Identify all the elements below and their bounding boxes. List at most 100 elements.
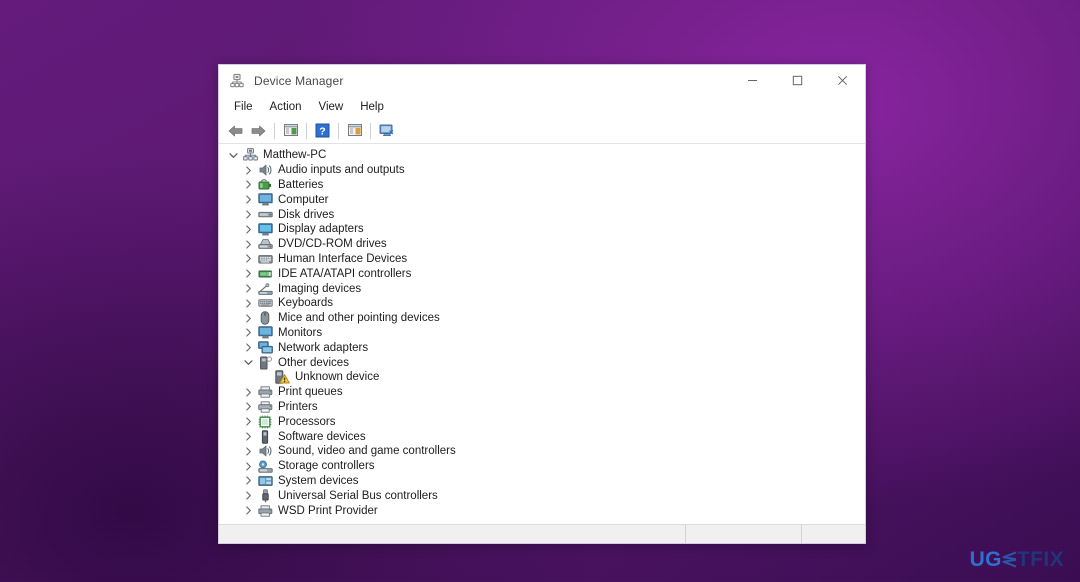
chevron-right-icon[interactable]	[242, 209, 254, 221]
maximize-button[interactable]	[775, 65, 820, 96]
device-manager-window: Device Manager File Action View Help ? M…	[218, 64, 866, 544]
tree-node[interactable]: Universal Serial Bus controllers	[219, 488, 865, 503]
tree-node[interactable]: Human Interface Devices	[219, 252, 865, 267]
tree-node[interactable]: Processors	[219, 414, 865, 429]
chevron-right-icon[interactable]	[242, 238, 254, 250]
chevron-right-icon[interactable]	[242, 505, 254, 517]
chevron-right-icon[interactable]	[242, 223, 254, 235]
monitor-icon	[257, 192, 273, 208]
chevron-right-icon[interactable]	[242, 460, 254, 472]
tree-node-label: Universal Serial Bus controllers	[278, 489, 438, 502]
tree-node-label: Software devices	[278, 430, 366, 443]
tree-node-label: Monitors	[278, 326, 323, 339]
show-hide-console-tree-icon[interactable]	[279, 120, 302, 142]
disk-drive-icon	[257, 207, 273, 223]
menu-help[interactable]: Help	[352, 99, 393, 115]
tree-node[interactable]: Printers	[219, 400, 865, 415]
tree-node[interactable]: WSD Print Provider	[219, 503, 865, 518]
chevron-right-icon[interactable]	[242, 386, 254, 398]
tree-node[interactable]: Display adapters	[219, 222, 865, 237]
tree-node[interactable]: Computer	[219, 192, 865, 207]
tree-node-label: WSD Print Provider	[278, 504, 378, 517]
tree-node[interactable]: Audio inputs and outputs	[219, 163, 865, 178]
device-tree-panel[interactable]: Matthew-PC Audio inputs and outputs Batter…	[219, 144, 865, 524]
software-device-icon	[257, 429, 273, 445]
chevron-right-icon[interactable]	[242, 327, 254, 339]
menu-action[interactable]: Action	[262, 99, 311, 115]
tree-node[interactable]: Matthew-PC	[219, 148, 865, 163]
network-adapter-icon	[257, 340, 273, 356]
system-device-icon	[257, 473, 273, 489]
tree-node[interactable]: DVD/CD-ROM drives	[219, 237, 865, 252]
chevron-right-icon[interactable]	[242, 179, 254, 191]
tree-node-label: Human Interface Devices	[278, 252, 408, 265]
chevron-right-icon[interactable]	[242, 164, 254, 176]
tree-node-label: Disk drives	[278, 208, 335, 221]
mouse-icon	[257, 310, 273, 326]
toolbar: ?	[219, 118, 865, 144]
tree-node-label: Unknown device	[295, 371, 380, 384]
tree-node-label: Other devices	[278, 356, 349, 369]
tree-node-label: Keyboards	[278, 297, 333, 310]
tree-node-label: Network adapters	[278, 341, 369, 354]
forward-arrow-icon[interactable]	[247, 120, 270, 142]
svg-text:?: ?	[319, 125, 325, 137]
tree-node[interactable]: Mice and other pointing devices	[219, 311, 865, 326]
tree-node-label: Printers	[278, 400, 318, 413]
tree-node[interactable]: Monitors	[219, 326, 865, 341]
chevron-right-icon[interactable]	[242, 253, 254, 265]
tree-node[interactable]: Other devices	[219, 355, 865, 370]
tree-node-label: Imaging devices	[278, 282, 362, 295]
tree-node[interactable]: IDE ATA/ATAPI controllers	[219, 266, 865, 281]
chevron-right-icon[interactable]	[242, 401, 254, 413]
tree-node[interactable]: Disk drives	[219, 207, 865, 222]
scan-for-hardware-changes-icon[interactable]	[375, 120, 398, 142]
properties-icon[interactable]	[343, 120, 366, 142]
ide-controller-icon	[257, 266, 273, 282]
tree-node[interactable]: Batteries	[219, 178, 865, 193]
tree-node[interactable]: Storage controllers	[219, 459, 865, 474]
menu-view[interactable]: View	[311, 99, 353, 115]
menu-file[interactable]: File	[226, 99, 262, 115]
help-icon[interactable]: ?	[311, 120, 334, 142]
chevron-right-icon[interactable]	[242, 194, 254, 206]
chevron-right-icon[interactable]	[242, 297, 254, 309]
other-device-icon	[257, 355, 273, 371]
statusbar	[219, 524, 865, 543]
tree-node[interactable]: Unknown device	[219, 370, 865, 385]
minimize-button[interactable]	[730, 65, 775, 96]
tree-node[interactable]: Network adapters	[219, 340, 865, 355]
chevron-right-icon[interactable]	[242, 268, 254, 280]
tree-node[interactable]: Keyboards	[219, 296, 865, 311]
status-pane-tertiary	[802, 525, 865, 543]
chevron-down-icon[interactable]	[227, 149, 239, 161]
tree-node-label: Batteries	[278, 178, 324, 191]
chevron-right-icon[interactable]	[242, 475, 254, 487]
tree-node-label: IDE ATA/ATAPI controllers	[278, 267, 412, 280]
toolbar-separator	[338, 122, 339, 139]
tree-node-label: Audio inputs and outputs	[278, 164, 405, 177]
status-pane-main	[219, 525, 686, 543]
tree-node-label: Mice and other pointing devices	[278, 312, 440, 325]
tree-node[interactable]: Sound, video and game controllers	[219, 444, 865, 459]
chevron-down-icon[interactable]	[242, 357, 254, 369]
chevron-right-icon[interactable]	[242, 445, 254, 457]
tree-node[interactable]: Print queues	[219, 385, 865, 400]
display-adapter-icon	[257, 221, 273, 237]
close-button[interactable]	[820, 65, 865, 96]
tree-node-label: Matthew-PC	[263, 149, 327, 162]
chevron-right-icon[interactable]	[242, 431, 254, 443]
chevron-right-icon[interactable]	[242, 312, 254, 324]
tree-node[interactable]: Software devices	[219, 429, 865, 444]
back-arrow-icon[interactable]	[224, 120, 247, 142]
tree-node[interactable]: Imaging devices	[219, 281, 865, 296]
unknown-device-warning-icon	[274, 369, 290, 385]
chevron-right-icon[interactable]	[242, 490, 254, 502]
tree-node[interactable]: System devices	[219, 474, 865, 489]
tree-node-label: Computer	[278, 193, 329, 206]
device-manager-icon	[229, 73, 245, 89]
chevron-right-icon[interactable]	[242, 416, 254, 428]
chevron-right-icon[interactable]	[242, 342, 254, 354]
chevron-right-icon[interactable]	[242, 283, 254, 295]
window-titlebar[interactable]: Device Manager	[219, 65, 865, 96]
